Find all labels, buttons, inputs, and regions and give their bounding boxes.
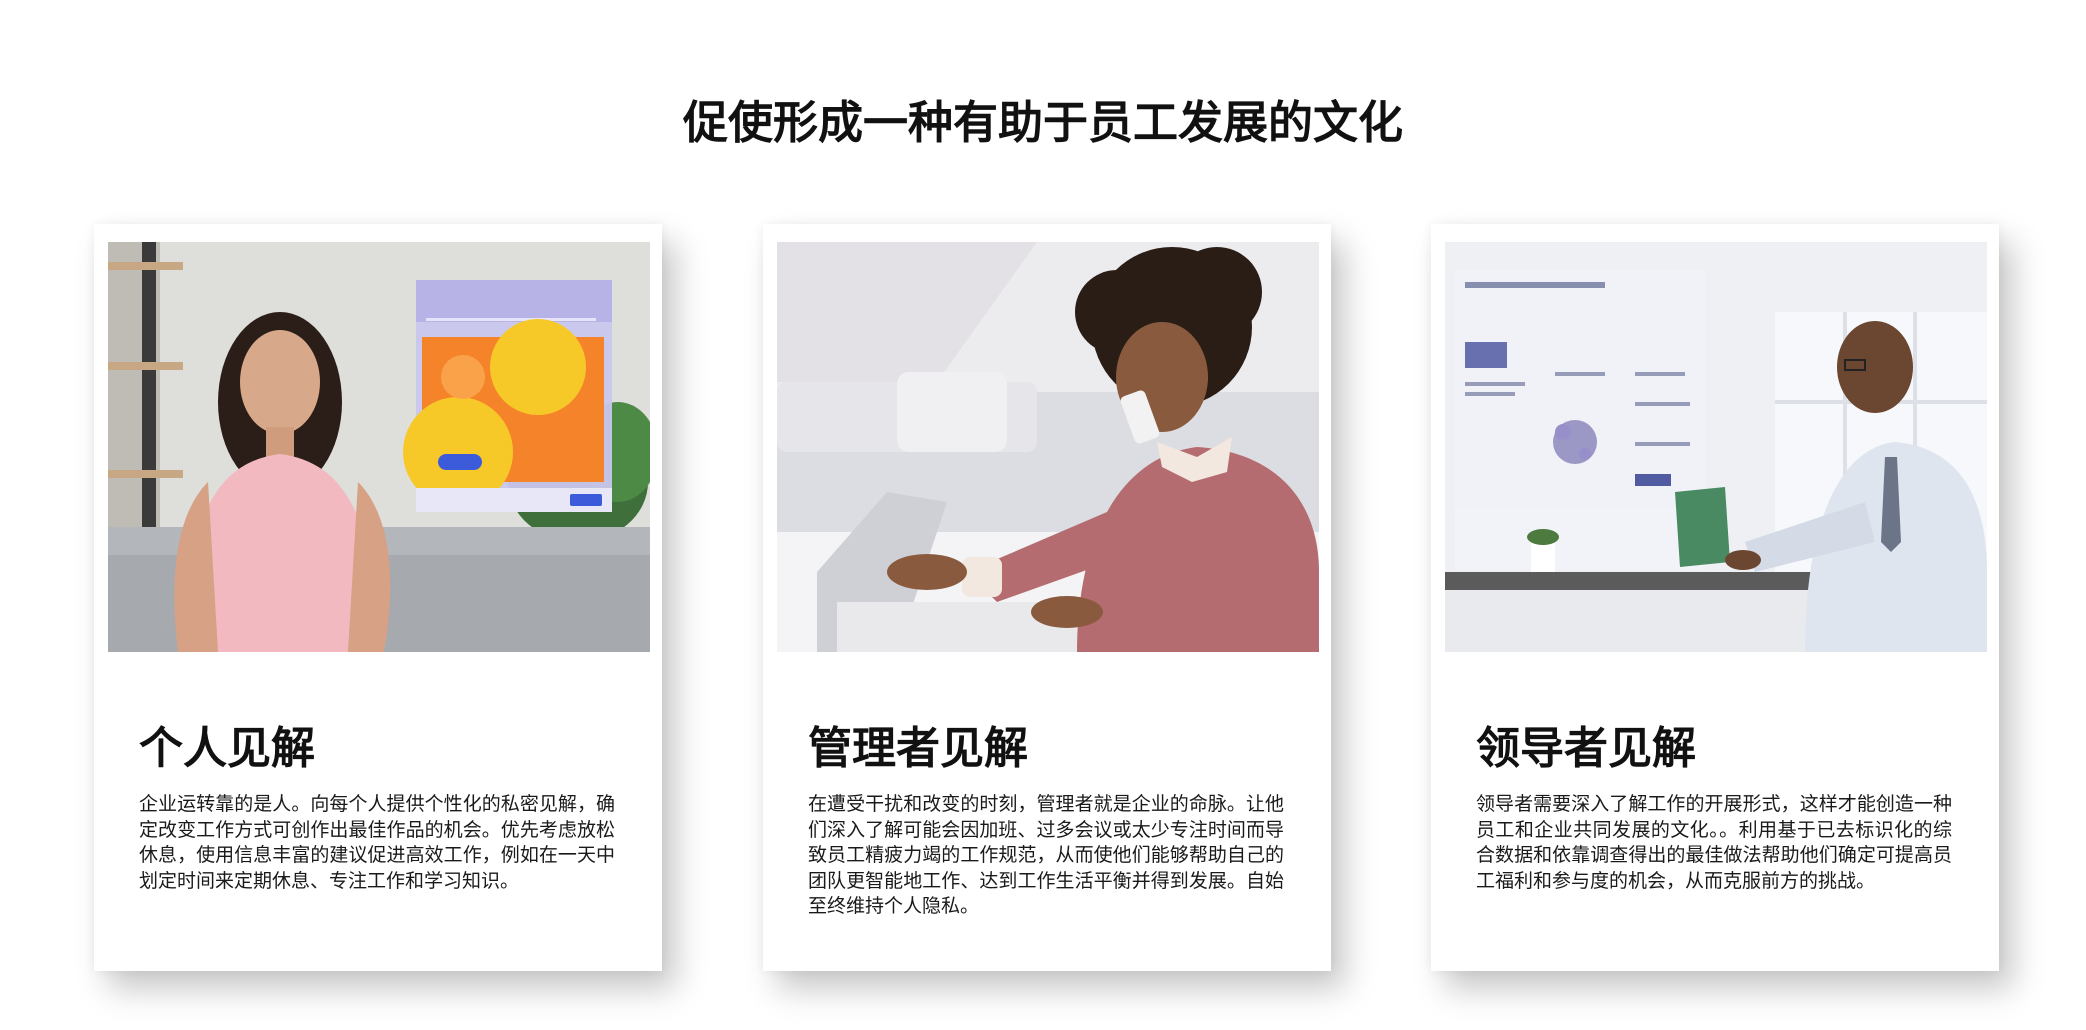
card-manager-insights: 管理者见解 在遭受干扰和改变的时刻，管理者就是企业的命脉。让他们深入了解可能会因… [763, 224, 1331, 971]
card-body: 在遭受干扰和改变的时刻，管理者就是企业的命脉。让他们深入了解可能会因加班、过多会… [808, 793, 1284, 917]
card-leader-insights: 领导者见解 领导者需要深入了解工作的开展形式，这样才能创造一种员工和企业共同发展… [1431, 224, 1999, 971]
card-personal-insights: 个人见解 企业运转靠的是人。向每个人提供个性化的私密见解，确定改变工作方式可创作… [94, 224, 662, 971]
card-body: 领导者需要深入了解工作的开展形式，这样才能创造一种员工和企业共同发展的文化。。利… [1476, 793, 1952, 892]
card-title: 个人见解 [139, 723, 315, 774]
card-title: 管理者见解 [808, 723, 1028, 774]
card-image-phone-call [777, 242, 1319, 652]
card-title: 领导者见解 [1476, 723, 1696, 774]
card-image-meditation [108, 242, 650, 652]
card-image-office [1445, 242, 1987, 652]
manager-photo [777, 242, 1319, 652]
headspace-panel [403, 280, 612, 512]
cards-row: 个人见解 企业运转靠的是人。向每个人提供个性化的私密见解，确定改变工作方式可创作… [0, 224, 2086, 974]
collaboration-dashboard [1455, 270, 1705, 570]
meditation-photo [108, 242, 650, 652]
leader-photo [1445, 242, 1987, 652]
page-title: 促使形成一种有助于员工发展的文化 [682, 96, 1403, 149]
card-body: 企业运转靠的是人。向每个人提供个性化的私密见解，确定改变工作方式可创作出最佳作品… [139, 793, 615, 892]
page: 促使形成一种有助于员工发展的文化 个人见解 企业运转靠的是人。向每个人提供个性化… [0, 0, 2086, 1030]
